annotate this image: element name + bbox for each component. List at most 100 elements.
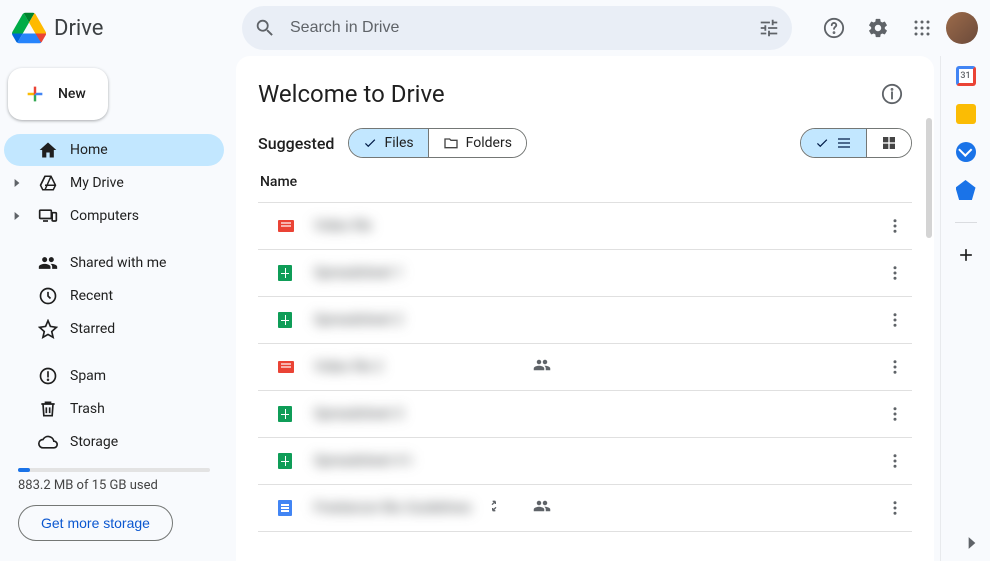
info-button[interactable] <box>872 74 912 114</box>
trash-icon <box>38 399 58 419</box>
sidebar-item-label: Computers <box>70 208 139 224</box>
more-vertical-icon <box>886 452 904 470</box>
more-actions-button[interactable] <box>880 305 910 335</box>
file-list: Video file Spreadsheet 1Spreadsheet 2Vide… <box>258 203 912 532</box>
sidebar-item-trash[interactable]: Trash <box>4 393 224 425</box>
file-row[interactable]: Video file 2 <box>258 344 912 391</box>
video-file-icon <box>278 218 294 234</box>
view-toggle <box>800 128 912 158</box>
sidebar-item-label: Starred <box>70 321 115 337</box>
sidebar-item-starred[interactable]: Starred <box>4 313 224 345</box>
search-bar[interactable] <box>242 6 792 50</box>
folder-icon <box>443 135 459 151</box>
file-row[interactable]: Spreadsheet 3 <box>258 391 912 438</box>
more-actions-button[interactable] <box>880 399 910 429</box>
scrollbar-thumb[interactable] <box>926 118 932 238</box>
people-icon <box>38 253 58 273</box>
account-avatar[interactable] <box>946 12 978 44</box>
info-icon <box>881 83 903 105</box>
sidebar-item-spam[interactable]: Spam <box>4 360 224 392</box>
more-actions-button[interactable] <box>880 446 910 476</box>
file-row[interactable]: Freelancer Bio Guidelines <box>258 485 912 532</box>
more-vertical-icon <box>886 264 904 282</box>
expand-toggle[interactable] <box>8 179 26 187</box>
apps-button[interactable] <box>902 8 942 48</box>
search-icon <box>254 17 276 39</box>
add-app-button[interactable] <box>956 245 976 265</box>
get-storage-button[interactable]: Get more storage <box>18 505 173 541</box>
cloud-icon <box>38 432 58 452</box>
more-vertical-icon <box>886 217 904 235</box>
drive-logo-icon <box>12 11 46 45</box>
help-button[interactable] <box>814 8 854 48</box>
file-name: Video file <box>314 218 880 234</box>
chevron-right-icon <box>13 212 21 220</box>
list-icon <box>836 135 852 151</box>
devices-icon <box>38 206 58 226</box>
new-button[interactable]: New <box>8 68 108 120</box>
side-panel: 31 <box>940 56 990 561</box>
sidebar-item-label: Spam <box>70 368 106 384</box>
more-actions-button[interactable] <box>880 211 910 241</box>
sidebar-item-label: Shared with me <box>70 255 166 271</box>
contacts-app-icon[interactable] <box>956 180 976 200</box>
sidebar-item-computers[interactable]: Computers <box>4 200 224 232</box>
help-icon <box>823 17 845 39</box>
settings-button[interactable] <box>858 8 898 48</box>
gear-icon <box>867 17 889 39</box>
sidebar-item-label: Trash <box>70 401 105 417</box>
file-name: Spreadsheet 4 l- <box>314 453 880 469</box>
shared-icon <box>533 356 551 378</box>
sidebar-item-home[interactable]: Home <box>4 134 224 166</box>
more-actions-button[interactable] <box>880 258 910 288</box>
chevron-right-icon[interactable] <box>962 533 982 553</box>
file-row[interactable]: Spreadsheet 2 <box>258 297 912 344</box>
video-file-icon <box>278 359 294 375</box>
doc-file-icon <box>278 500 294 516</box>
grid-icon <box>881 135 897 151</box>
spam-icon <box>38 366 58 386</box>
star-icon <box>38 319 58 339</box>
list-view-button[interactable] <box>801 129 866 157</box>
apps-grid-icon <box>913 19 931 37</box>
logo-area[interactable]: Drive <box>8 11 242 45</box>
sheet-file-icon <box>278 312 294 328</box>
file-row[interactable]: Video file <box>258 203 912 250</box>
sheet-file-icon <box>278 265 294 281</box>
storage-bar <box>18 468 210 472</box>
sheet-file-icon <box>278 406 294 422</box>
file-row[interactable]: Spreadsheet 4 l- <box>258 438 912 485</box>
column-header-name[interactable]: Name <box>258 174 912 203</box>
home-icon <box>38 140 58 160</box>
keep-app-icon[interactable] <box>956 104 976 124</box>
grid-view-button[interactable] <box>866 129 911 157</box>
check-icon <box>815 136 829 150</box>
sidebar: New Home My Drive Computers Shared with … <box>0 56 236 561</box>
sidebar-item-recent[interactable]: Recent <box>4 280 224 312</box>
shared-icon <box>533 497 551 519</box>
app-name: Drive <box>54 16 103 41</box>
filter-folders-tab[interactable]: Folders <box>428 129 526 157</box>
sidebar-item-storage[interactable]: Storage <box>4 426 224 458</box>
drive-icon <box>38 173 58 193</box>
chevron-right-icon <box>13 179 21 187</box>
expand-toggle[interactable] <box>8 212 26 220</box>
more-actions-button[interactable] <box>880 493 910 523</box>
file-row[interactable]: Spreadsheet 1 <box>258 250 912 297</box>
sidebar-item-shared[interactable]: Shared with me <box>4 247 224 279</box>
page-title: Welcome to Drive <box>258 80 445 108</box>
tasks-app-icon[interactable] <box>956 142 976 162</box>
more-actions-button[interactable] <box>880 352 910 382</box>
filter-files-tab[interactable]: Files <box>349 129 427 157</box>
sidebar-item-label: Storage <box>70 434 118 450</box>
storage-text: 883.2 MB of 15 GB used <box>18 478 224 493</box>
search-input[interactable] <box>290 19 744 37</box>
file-name: Freelancer Bio Guidelines <box>314 500 880 516</box>
search-options-icon[interactable] <box>758 17 780 39</box>
more-vertical-icon <box>886 311 904 329</box>
sidebar-item-label: Home <box>70 142 108 158</box>
sidebar-item-mydrive[interactable]: My Drive <box>4 167 224 199</box>
more-vertical-icon <box>886 499 904 517</box>
calendar-app-icon[interactable]: 31 <box>956 66 976 86</box>
shortcut-icon <box>486 498 502 518</box>
